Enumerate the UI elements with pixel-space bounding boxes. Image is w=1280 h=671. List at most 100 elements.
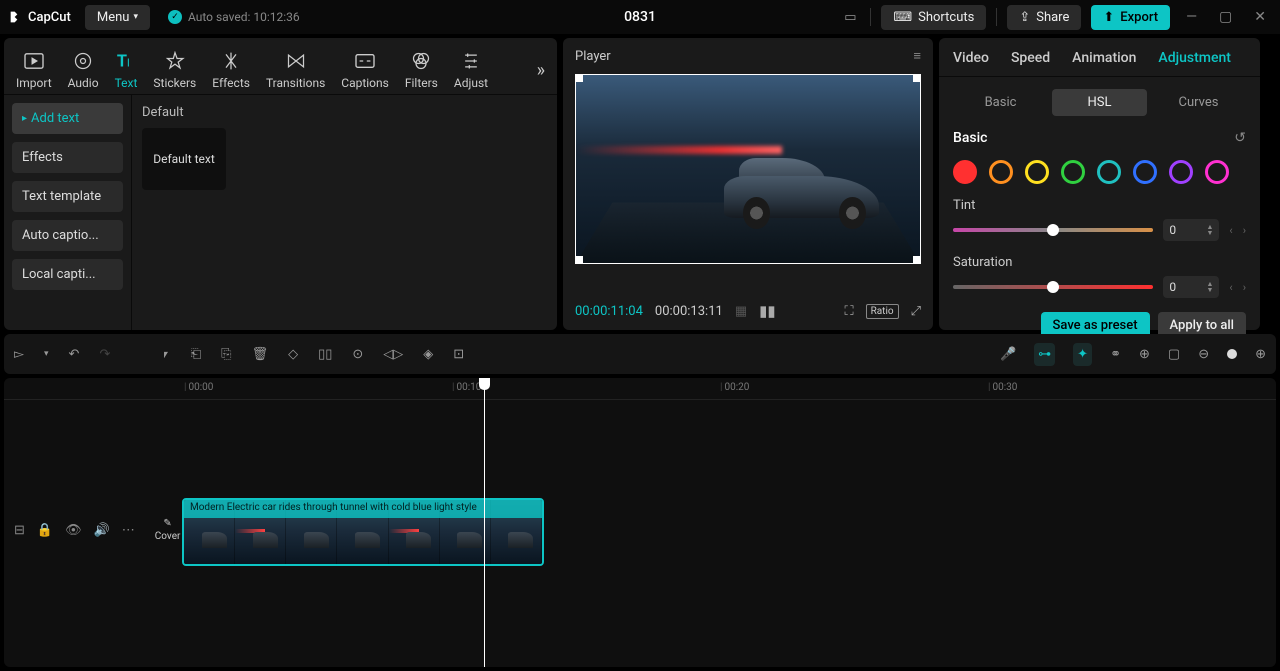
import-icon bbox=[23, 50, 45, 72]
prev-icon[interactable]: ‹ bbox=[1229, 281, 1232, 294]
delete-icon[interactable]: 🗑 bbox=[252, 347, 269, 362]
default-text-thumb[interactable]: Default text bbox=[142, 128, 226, 190]
visibility-icon[interactable]: 👁 bbox=[65, 523, 82, 538]
swatch-purple[interactable] bbox=[1169, 160, 1193, 184]
saturation-value[interactable]: 0▲▼ bbox=[1163, 276, 1219, 298]
more-icon[interactable]: ⋯ bbox=[122, 523, 135, 538]
zoom-out-icon[interactable]: ⊖ bbox=[1198, 347, 1209, 362]
align-icon[interactable]: ⊕ bbox=[1139, 347, 1150, 362]
tab-adjustment[interactable]: Adjustment bbox=[1158, 50, 1231, 66]
swatch-blue[interactable] bbox=[1133, 160, 1157, 184]
tab-speed[interactable]: Speed bbox=[1011, 50, 1050, 66]
flip-icon[interactable]: ◁▷ bbox=[383, 347, 403, 362]
tab-captions[interactable]: Captions bbox=[333, 46, 397, 94]
trim-left-icon[interactable]: ⎗ bbox=[191, 347, 201, 362]
close-button[interactable]: ✕ bbox=[1248, 9, 1272, 25]
layout-icon[interactable]: ▭ bbox=[840, 10, 860, 25]
tab-filters[interactable]: Filters bbox=[397, 46, 446, 94]
prev-icon[interactable]: ‹ bbox=[1229, 224, 1232, 237]
mute-icon[interactable]: 🔊 bbox=[94, 523, 110, 538]
preview-icon[interactable]: ▢ bbox=[1168, 347, 1180, 362]
split-icon[interactable]: ⎖ bbox=[160, 347, 170, 362]
link-preview-icon[interactable]: ✦ bbox=[1073, 343, 1092, 366]
subtab-basic[interactable]: Basic bbox=[953, 89, 1048, 116]
subtab-hsl[interactable]: HSL bbox=[1052, 89, 1147, 116]
next-icon[interactable]: › bbox=[1243, 281, 1246, 294]
selection-dropdown-icon[interactable]: ▾ bbox=[44, 349, 49, 359]
tab-adjust[interactable]: Adjust bbox=[446, 46, 496, 94]
selection-handle[interactable] bbox=[575, 256, 583, 264]
zoom-slider-thumb[interactable] bbox=[1227, 349, 1237, 359]
menu-button[interactable]: Menu▾ bbox=[85, 5, 150, 30]
cover-button[interactable]: ✎ Cover bbox=[155, 518, 181, 542]
fullscreen-icon[interactable]: ⤢ bbox=[911, 304, 921, 319]
next-icon[interactable]: › bbox=[1243, 224, 1246, 237]
mirror-icon[interactable]: ▯▯ bbox=[318, 347, 332, 362]
tab-video[interactable]: Video bbox=[953, 50, 989, 66]
subtab-curves[interactable]: Curves bbox=[1151, 89, 1246, 116]
swatch-red[interactable] bbox=[953, 160, 977, 184]
speed-icon[interactable]: ⊙ bbox=[352, 347, 363, 362]
lock-icon[interactable]: 🔒 bbox=[37, 523, 53, 538]
swatch-orange[interactable] bbox=[989, 160, 1013, 184]
tool-tabs: Import Audio TIText Stickers Effects Tra… bbox=[4, 38, 557, 95]
share-button[interactable]: ⇪ Share bbox=[1007, 5, 1081, 30]
swatch-magenta[interactable] bbox=[1205, 160, 1229, 184]
link-icon[interactable]: ⚭ bbox=[1110, 347, 1121, 362]
slider-thumb[interactable] bbox=[1047, 281, 1059, 293]
tab-effects[interactable]: Effects bbox=[204, 46, 258, 94]
undo-icon[interactable]: ↶ bbox=[69, 347, 80, 362]
slider-thumb[interactable] bbox=[1047, 224, 1059, 236]
redo-icon[interactable]: ↷ bbox=[99, 347, 110, 362]
pause-button[interactable]: ▮▮ bbox=[759, 302, 776, 320]
sidebar-item-auto-captions[interactable]: Auto captio... bbox=[12, 220, 123, 251]
video-clip[interactable]: Modern Electric car rides through tunnel… bbox=[182, 498, 544, 566]
selection-tool-icon[interactable]: ▻ bbox=[14, 347, 24, 362]
swatch-green[interactable] bbox=[1061, 160, 1085, 184]
zoom-in-icon[interactable]: ⊕ bbox=[1255, 347, 1266, 362]
sidebar-item-text-template[interactable]: Text template bbox=[12, 181, 123, 212]
tab-transitions[interactable]: Transitions bbox=[258, 46, 333, 94]
rotate-icon[interactable]: ◈ bbox=[423, 347, 433, 362]
sidebar-item-add-text[interactable]: Add text bbox=[12, 103, 123, 134]
timeline[interactable]: 00:00 00:10 00:20 00:30 ⊟ 🔒 👁 🔊 ⋯ ✎ Cove… bbox=[4, 378, 1276, 667]
crop-icon[interactable]: ⊡ bbox=[453, 347, 464, 362]
collapse-icon[interactable]: ⊟ bbox=[14, 523, 25, 538]
maximize-button[interactable]: ▢ bbox=[1213, 9, 1238, 25]
selection-handle[interactable] bbox=[913, 74, 921, 82]
export-button[interactable]: ⬆ Export bbox=[1091, 5, 1170, 30]
scale-icon[interactable]: ⛶ bbox=[844, 304, 853, 319]
trim-right-icon[interactable]: ⎘ bbox=[221, 347, 231, 362]
playhead[interactable] bbox=[484, 378, 485, 667]
mic-icon[interactable]: 🎤 bbox=[1000, 347, 1016, 362]
video-preview[interactable] bbox=[563, 74, 933, 292]
ratio-button[interactable]: Ratio bbox=[866, 304, 899, 319]
tab-text[interactable]: TIText bbox=[107, 46, 146, 94]
swatch-cyan[interactable] bbox=[1097, 160, 1121, 184]
swatch-yellow[interactable] bbox=[1025, 160, 1049, 184]
player-menu-icon[interactable]: ≡ bbox=[913, 48, 921, 64]
magnet-icon[interactable]: ⊶ bbox=[1034, 343, 1055, 366]
shortcuts-button[interactable]: ⌨ Shortcuts bbox=[881, 5, 986, 30]
sidebar-item-effects[interactable]: Effects bbox=[12, 142, 123, 173]
app-logo: CapCut bbox=[8, 9, 71, 25]
tint-slider[interactable] bbox=[953, 228, 1153, 232]
minimize-button[interactable]: — bbox=[1180, 9, 1203, 25]
selection-handle[interactable] bbox=[913, 256, 921, 264]
timeline-ruler[interactable]: 00:00 00:10 00:20 00:30 bbox=[4, 378, 1276, 400]
tab-audio[interactable]: Audio bbox=[60, 46, 107, 94]
media-panel: Import Audio TIText Stickers Effects Tra… bbox=[4, 38, 557, 330]
compare-icon[interactable]: ▦ bbox=[735, 304, 747, 319]
player-panel: Player ≡ 00:00:11:04 00:00:13:11 ▦ ▮▮ ⛶ … bbox=[563, 38, 933, 330]
ruler-mark: 00:20 bbox=[720, 382, 749, 393]
reset-icon[interactable]: ↺ bbox=[1234, 130, 1246, 146]
tabs-more[interactable]: » bbox=[529, 52, 553, 89]
tab-animation[interactable]: Animation bbox=[1072, 50, 1136, 66]
tab-stickers[interactable]: Stickers bbox=[145, 46, 204, 94]
selection-handle[interactable] bbox=[575, 74, 583, 82]
tab-import[interactable]: Import bbox=[8, 46, 60, 94]
sidebar-item-local-captions[interactable]: Local capti... bbox=[12, 259, 123, 290]
tint-value[interactable]: 0▲▼ bbox=[1163, 219, 1219, 241]
saturation-slider[interactable] bbox=[953, 285, 1153, 289]
crop-tool-icon[interactable]: ◇ bbox=[288, 347, 298, 362]
